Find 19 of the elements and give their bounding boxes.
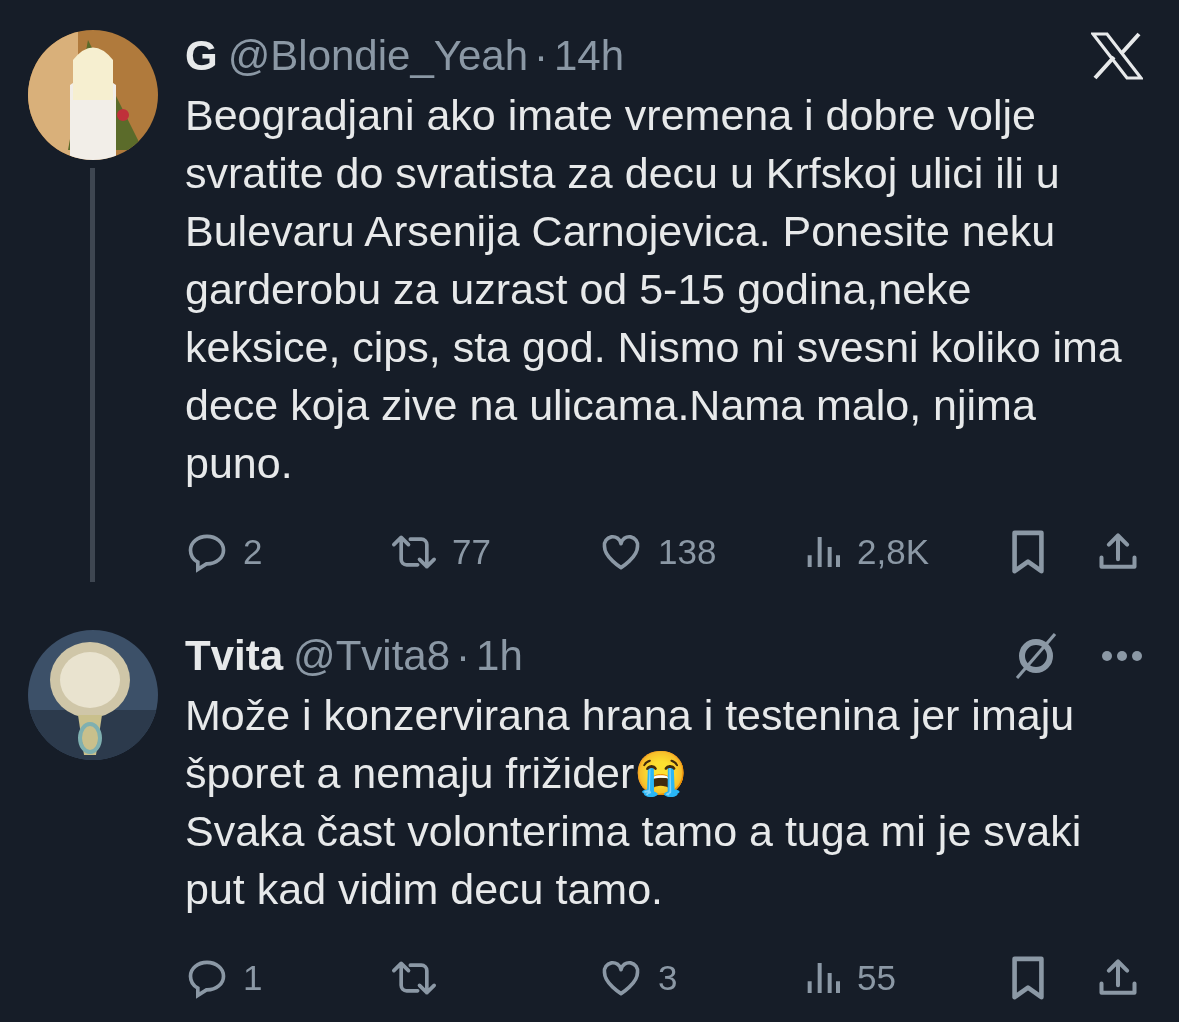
reply-count: 2	[243, 532, 263, 572]
user-handle[interactable]: @Tvita8	[293, 632, 451, 680]
post-text: Može i konzervirana hrana i testenina jer imaju šporet a nemaju frižider😭 Svaka čast volonterima tamo a tuga mi je svaki put kad vidim decu tamo.	[185, 690, 1083, 915]
views-count: 2,8K	[857, 532, 929, 572]
separator-dot: ·	[534, 32, 548, 80]
like-count: 3	[658, 958, 678, 998]
separator-dot: ·	[456, 632, 471, 680]
display-name[interactable]: G	[185, 32, 218, 80]
repost-count: 77	[452, 532, 491, 572]
display-name[interactable]: Tvita	[185, 632, 284, 680]
post-time[interactable]: 1h	[476, 632, 523, 680]
reply-count: 1	[243, 958, 263, 998]
views-count: 55	[857, 958, 896, 998]
post-text: Beogradjani ako imate vremena i dobre volje svratite do svratista za decu u Krfskoj ulici ili u Bulevaru Arsenija Carnojevica. Ponesite neku garderobu za uzrast od 5-15 godina,neke keksice, cips, sta god. Nismo ni svesni koliko ima dece koja zive na ulicama.Nama malo, njima puno.	[185, 90, 1123, 489]
like-count: 138	[658, 532, 717, 572]
post-time[interactable]: 14h	[554, 32, 625, 80]
user-handle[interactable]: @Blondie_Yeah	[227, 32, 528, 80]
more-icon[interactable]	[1101, 650, 1143, 662]
slashed-circle-icon[interactable]	[1013, 630, 1059, 682]
